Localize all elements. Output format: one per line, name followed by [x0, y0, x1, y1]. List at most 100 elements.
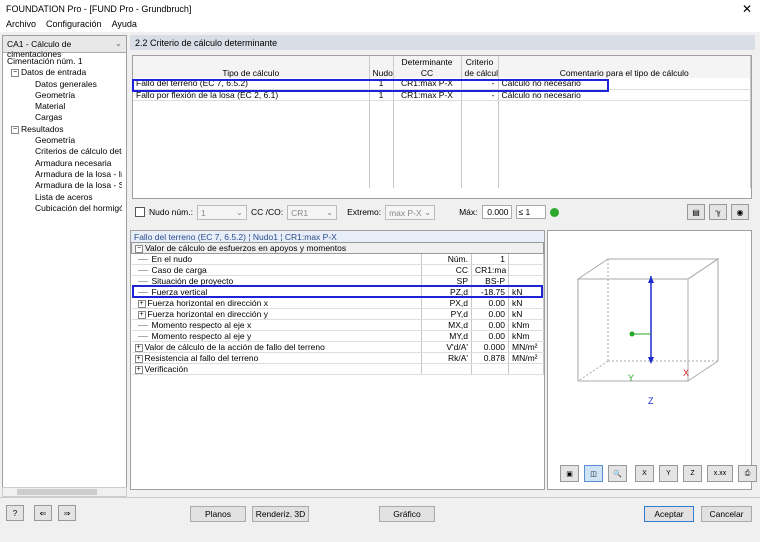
navigator-panel: CA1 - Cálculo de cimentaciones ⌄ Cimentac…	[2, 35, 127, 497]
eye-icon[interactable]: ◉	[731, 204, 749, 220]
detail-value: 1	[471, 253, 509, 265]
case-select[interactable]: CA1 - Cálculo de cimentaciones ⌄	[3, 36, 126, 59]
collapse-icon[interactable]: −	[11, 69, 19, 78]
extremo-label: Extremo:	[347, 207, 382, 217]
expand-icon[interactable]: +	[137, 310, 146, 319]
tree-group[interactable]: − Resultados	[7, 124, 122, 135]
export-icon[interactable]: ⇒	[58, 505, 76, 521]
filter-toolbar: Nudo núm.: 1 ⌄ CC /CO: CR1 ⌄ Extremo: max …	[132, 201, 752, 223]
max-value: 0.000	[481, 205, 512, 219]
detail-row[interactable]: Caso de carga CC CR1:ma	[131, 264, 544, 276]
tree-item[interactable]: Geometría	[7, 135, 122, 146]
tree-group[interactable]: − Datos de entrada	[7, 67, 122, 78]
menu-configuracion[interactable]: Configuración	[46, 19, 102, 31]
details-panel: Fallo del terreno (EC 7, 6.5.2) ¦ Nudo1 …	[130, 230, 545, 490]
detail-row[interactable]: En el nudo Núm. 1	[131, 253, 544, 265]
nudo-checkbox[interactable]	[135, 207, 145, 217]
collapse-icon[interactable]: −	[135, 244, 143, 253]
close-button[interactable]: ✕	[742, 2, 752, 16]
details-title: Fallo del terreno (EC 7, 6.5.2) ¦ Nudo1 …	[131, 231, 544, 242]
detail-row[interactable]: + Verificación	[131, 363, 544, 375]
3d-view[interactable]: Y X Z	[547, 230, 752, 490]
max-label: Máx:	[459, 207, 478, 217]
expand-icon[interactable]: +	[137, 299, 146, 308]
detail-value: 0.00	[471, 297, 509, 309]
divider	[0, 497, 760, 498]
horizontal-scrollbar[interactable]	[2, 487, 127, 497]
planos-button[interactable]: Planos	[190, 506, 246, 522]
view-toolbar: ▣ ◫ 🔍 X Y Z x.xx ⎙	[560, 465, 757, 482]
cc-select[interactable]: CR1 ⌄	[287, 204, 338, 220]
expand-icon[interactable]: +	[134, 343, 143, 352]
col-criterio: Criterio	[461, 56, 499, 67]
detail-row[interactable]: Momento respecto al eje y MY,d 0.00 kNm	[131, 330, 544, 342]
tree-item[interactable]: Cubicación del hormigón	[7, 203, 122, 214]
aceptar-button[interactable]: Aceptar	[644, 506, 694, 522]
collapse-icon[interactable]: −	[11, 125, 19, 134]
tree-item[interactable]: Armadura de la losa - Infer	[7, 169, 122, 180]
detail-label: Resistencia al fallo del terreno	[144, 353, 259, 363]
expand-icon[interactable]: +	[134, 354, 143, 363]
axis-y-label: Y	[628, 373, 634, 383]
view-y-icon[interactable]: Y	[659, 465, 678, 482]
help-icon[interactable]: ?	[6, 505, 24, 521]
view-iso-icon[interactable]: ◫	[584, 465, 603, 482]
menu-ayuda[interactable]: Ayuda	[112, 19, 137, 31]
render-3d-button[interactable]: Renderiz. 3D	[252, 506, 309, 522]
detail-row[interactable]: + Fuerza horizontal en dirección x PX,d 0.0…	[131, 297, 544, 309]
print-icon[interactable]: ⎙	[738, 465, 757, 482]
extremo-select[interactable]: max P-X ⌄	[385, 204, 436, 220]
navigator-tree: Cimentación núm. 1 − Datos de entrada Dato…	[3, 53, 126, 217]
detail-unit	[508, 264, 544, 276]
nudo-select[interactable]: 1 ⌄	[196, 204, 247, 220]
tree-item[interactable]: Lista de aceros	[7, 192, 122, 203]
zoom-icon[interactable]: 🔍	[608, 465, 627, 482]
filter-button[interactable]: ℽ	[709, 204, 727, 220]
group-label: Valor de cálculo de esfuerzos en apoyos …	[145, 243, 347, 253]
axis-z-label: Z	[648, 396, 654, 406]
tree-item[interactable]: Armadura de la losa - Supe	[7, 180, 122, 191]
detail-label: Caso de carga	[151, 265, 207, 275]
view-z-icon[interactable]: Z	[683, 465, 702, 482]
detail-value	[471, 363, 509, 375]
detail-label: Momento respecto al eje y	[151, 331, 252, 341]
tree-item[interactable]: Criterios de cálculo determi	[7, 146, 122, 157]
detail-label: Fuerza horizontal en dirección y	[147, 309, 268, 319]
detail-unit: MN/m²	[508, 352, 544, 364]
detail-highlight	[132, 285, 543, 298]
criteria-table: Tipo de cálculo Determinante Criterio Comen…	[132, 55, 752, 199]
detail-label: En el nudo	[151, 254, 193, 264]
menu-archivo[interactable]: Archivo	[6, 19, 36, 31]
cancelar-button[interactable]: Cancelar	[701, 506, 752, 522]
nudo-label: Nudo núm.:	[149, 207, 193, 217]
col-tipo: Tipo de cálculo	[133, 56, 370, 78]
max-limit: ≤ 1	[515, 205, 546, 219]
tree-item[interactable]: Armadura necesaria	[7, 158, 122, 169]
tree-item[interactable]: Geometría	[7, 90, 122, 101]
detail-label: Valor de cálculo de la acción de fallo d…	[144, 342, 325, 352]
values-icon[interactable]: x.xx	[707, 465, 733, 482]
detail-row[interactable]: + Resistencia al fallo del terreno Rk/A' 0.…	[131, 352, 544, 364]
import-icon[interactable]: ⇐	[34, 505, 52, 521]
axis-x-label: X	[683, 368, 689, 378]
detail-value: 0.00	[471, 308, 509, 320]
view-x-icon[interactable]: X	[635, 465, 654, 482]
chevron-down-icon: ⌄	[325, 206, 334, 217]
expand-icon[interactable]: +	[134, 365, 143, 374]
cc-value: CR1	[291, 207, 309, 218]
view-solid-icon[interactable]: ▣	[560, 465, 579, 482]
chevron-down-icon: ⌄	[235, 206, 243, 217]
tree-item[interactable]: Material	[7, 101, 122, 112]
status-ok-icon	[549, 207, 559, 217]
detail-symbol	[421, 363, 472, 375]
detail-row[interactable]: + Fuerza horizontal en dirección y PY,d 0.0…	[131, 308, 544, 320]
detail-unit: kNm	[508, 319, 544, 331]
tree-item[interactable]: Cargas	[7, 112, 122, 123]
grafico-button[interactable]: Gráfico	[379, 506, 435, 522]
section-title: 2.2 Criterio de cálculo determinante	[130, 35, 755, 50]
tree-item[interactable]: Datos generales	[7, 79, 122, 90]
detail-row[interactable]: + Valor de cálculo de la acción de fallo …	[131, 341, 544, 353]
table-view-button[interactable]: ▤	[687, 204, 705, 220]
detail-row[interactable]: Momento respecto al eje x MX,d 0.00 kNm	[131, 319, 544, 331]
chevron-down-icon: ⌄	[114, 38, 122, 48]
